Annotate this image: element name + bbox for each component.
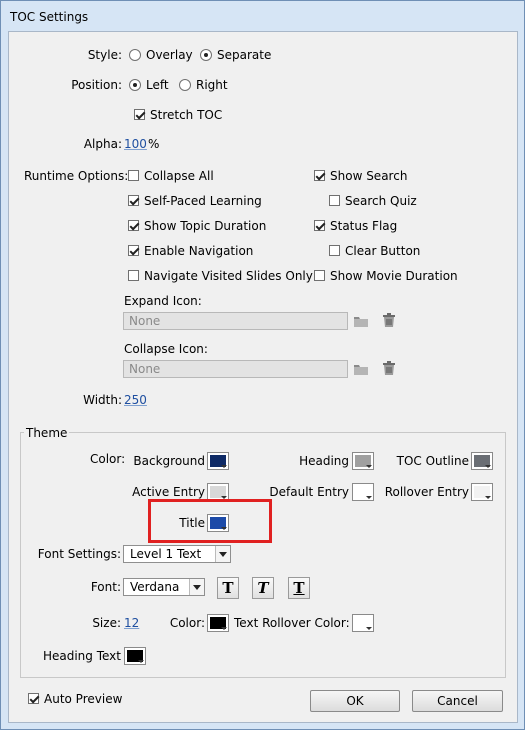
stretch-toc-label[interactable]: Stretch TOC — [150, 108, 222, 122]
alpha-label: Alpha: — [83, 137, 122, 151]
position-left-radio[interactable] — [129, 79, 141, 91]
collapse-all-label[interactable]: Collapse All — [144, 169, 214, 183]
position-right-label[interactable]: Right — [196, 78, 228, 92]
position-label: Position: — [71, 78, 122, 92]
enable-navigation-label[interactable]: Enable Navigation — [144, 244, 253, 258]
background-label: Background — [133, 454, 205, 468]
active-entry-label: Active Entry — [132, 485, 205, 499]
collapse-icon-field[interactable]: None — [123, 360, 348, 378]
clear-button-label[interactable]: Clear Button — [345, 244, 420, 258]
runtime-options-label: Runtime Options: — [24, 169, 129, 183]
rollover-entry-label: Rollover Entry — [384, 485, 469, 499]
dialog-window: TOC Settings Style: Overlay Separate Pos… — [0, 0, 525, 730]
style-separate-radio[interactable] — [200, 49, 212, 61]
alpha-unit: % — [148, 137, 160, 151]
show-movie-duration-checkbox[interactable] — [314, 270, 325, 281]
underline-button[interactable]: T — [288, 577, 310, 599]
title-bar[interactable]: TOC Settings — [1, 1, 524, 31]
toc-outline-label: TOC Outline — [396, 454, 469, 468]
status-flag-checkbox[interactable] — [314, 220, 325, 231]
position-left-label[interactable]: Left — [146, 78, 169, 92]
size-label: Size: — [92, 616, 121, 630]
font-value: Verdana — [130, 580, 180, 594]
default-entry-label: Default Entry — [269, 485, 349, 499]
expand-icon-field[interactable]: None — [123, 312, 348, 330]
dialog-content: Style: Overlay Separate Position: Left R… — [8, 31, 518, 723]
font-settings-dropdown[interactable]: Level 1 Text — [123, 545, 231, 563]
width-value[interactable]: 250 — [124, 393, 147, 407]
font-dropdown[interactable]: Verdana — [123, 578, 205, 596]
collapse-icon-label: Collapse Icon: — [124, 342, 208, 356]
style-overlay-label[interactable]: Overlay — [146, 48, 193, 62]
show-topic-duration-label[interactable]: Show Topic Duration — [144, 219, 266, 233]
expand-trash-icon[interactable] — [382, 313, 396, 328]
enable-navigation-checkbox[interactable] — [128, 245, 139, 256]
show-movie-duration-label[interactable]: Show Movie Duration — [330, 269, 458, 283]
background-color-swatch[interactable] — [207, 452, 229, 470]
heading-color-swatch[interactable] — [352, 452, 374, 470]
window-title: TOC Settings — [10, 10, 89, 24]
status-flag-label[interactable]: Status Flag — [330, 219, 397, 233]
collapse-folder-icon[interactable] — [353, 362, 369, 376]
alpha-value[interactable]: 100 — [124, 137, 147, 151]
style-separate-label[interactable]: Separate — [217, 48, 271, 62]
italic-button[interactable]: T — [252, 577, 274, 599]
collapse-all-checkbox[interactable] — [128, 170, 139, 181]
position-right-radio[interactable] — [179, 79, 191, 91]
theme-group-label: Theme — [24, 426, 70, 440]
width-label: Width: — [83, 393, 122, 407]
ok-button[interactable]: OK — [310, 690, 400, 712]
text-color-label: Color: — [169, 616, 205, 630]
clear-button-checkbox[interactable] — [329, 245, 340, 256]
auto-preview-label[interactable]: Auto Preview — [44, 692, 122, 706]
chevron-down-icon — [189, 579, 204, 595]
show-search-label[interactable]: Show Search — [330, 169, 407, 183]
navigate-visited-slides-only-checkbox[interactable] — [128, 270, 139, 281]
heading-label: Heading — [299, 454, 349, 468]
font-label: Font: — [90, 580, 121, 594]
show-topic-duration-checkbox[interactable] — [128, 220, 139, 231]
text-rollover-color-label: Text Rollover Color: — [234, 616, 350, 630]
font-settings-label: Font Settings: — [37, 547, 121, 561]
rollover-entry-color-swatch[interactable] — [471, 483, 493, 501]
chevron-down-icon — [215, 546, 230, 562]
text-color-swatch[interactable] — [207, 614, 229, 632]
cancel-button[interactable]: Cancel — [412, 690, 503, 712]
stretch-toc-checkbox[interactable] — [134, 109, 145, 120]
expand-icon-label: Expand Icon: — [124, 294, 202, 308]
toc-outline-color-swatch[interactable] — [471, 452, 493, 470]
self-paced-learning-label[interactable]: Self-Paced Learning — [144, 194, 262, 208]
font-settings-value: Level 1 Text — [130, 547, 202, 561]
bold-button[interactable]: T — [217, 577, 239, 599]
highlight-box — [148, 499, 272, 543]
text-rollover-color-swatch[interactable] — [352, 614, 374, 632]
self-paced-learning-checkbox[interactable] — [128, 195, 139, 206]
collapse-trash-icon[interactable] — [382, 361, 396, 376]
style-overlay-radio[interactable] — [129, 49, 141, 61]
navigate-visited-slides-only-label[interactable]: Navigate Visited Slides Only — [144, 269, 313, 283]
size-value[interactable]: 12 — [124, 616, 139, 630]
default-entry-color-swatch[interactable] — [352, 483, 374, 501]
search-quiz-label[interactable]: Search Quiz — [345, 194, 417, 208]
auto-preview-checkbox[interactable] — [28, 693, 39, 704]
heading-text-color-swatch[interactable] — [124, 647, 146, 665]
show-search-checkbox[interactable] — [314, 170, 325, 181]
style-label: Style: — [87, 48, 122, 62]
expand-folder-icon[interactable] — [353, 314, 369, 328]
search-quiz-checkbox[interactable] — [329, 195, 340, 206]
heading-text-label: Heading Text — [42, 649, 121, 663]
